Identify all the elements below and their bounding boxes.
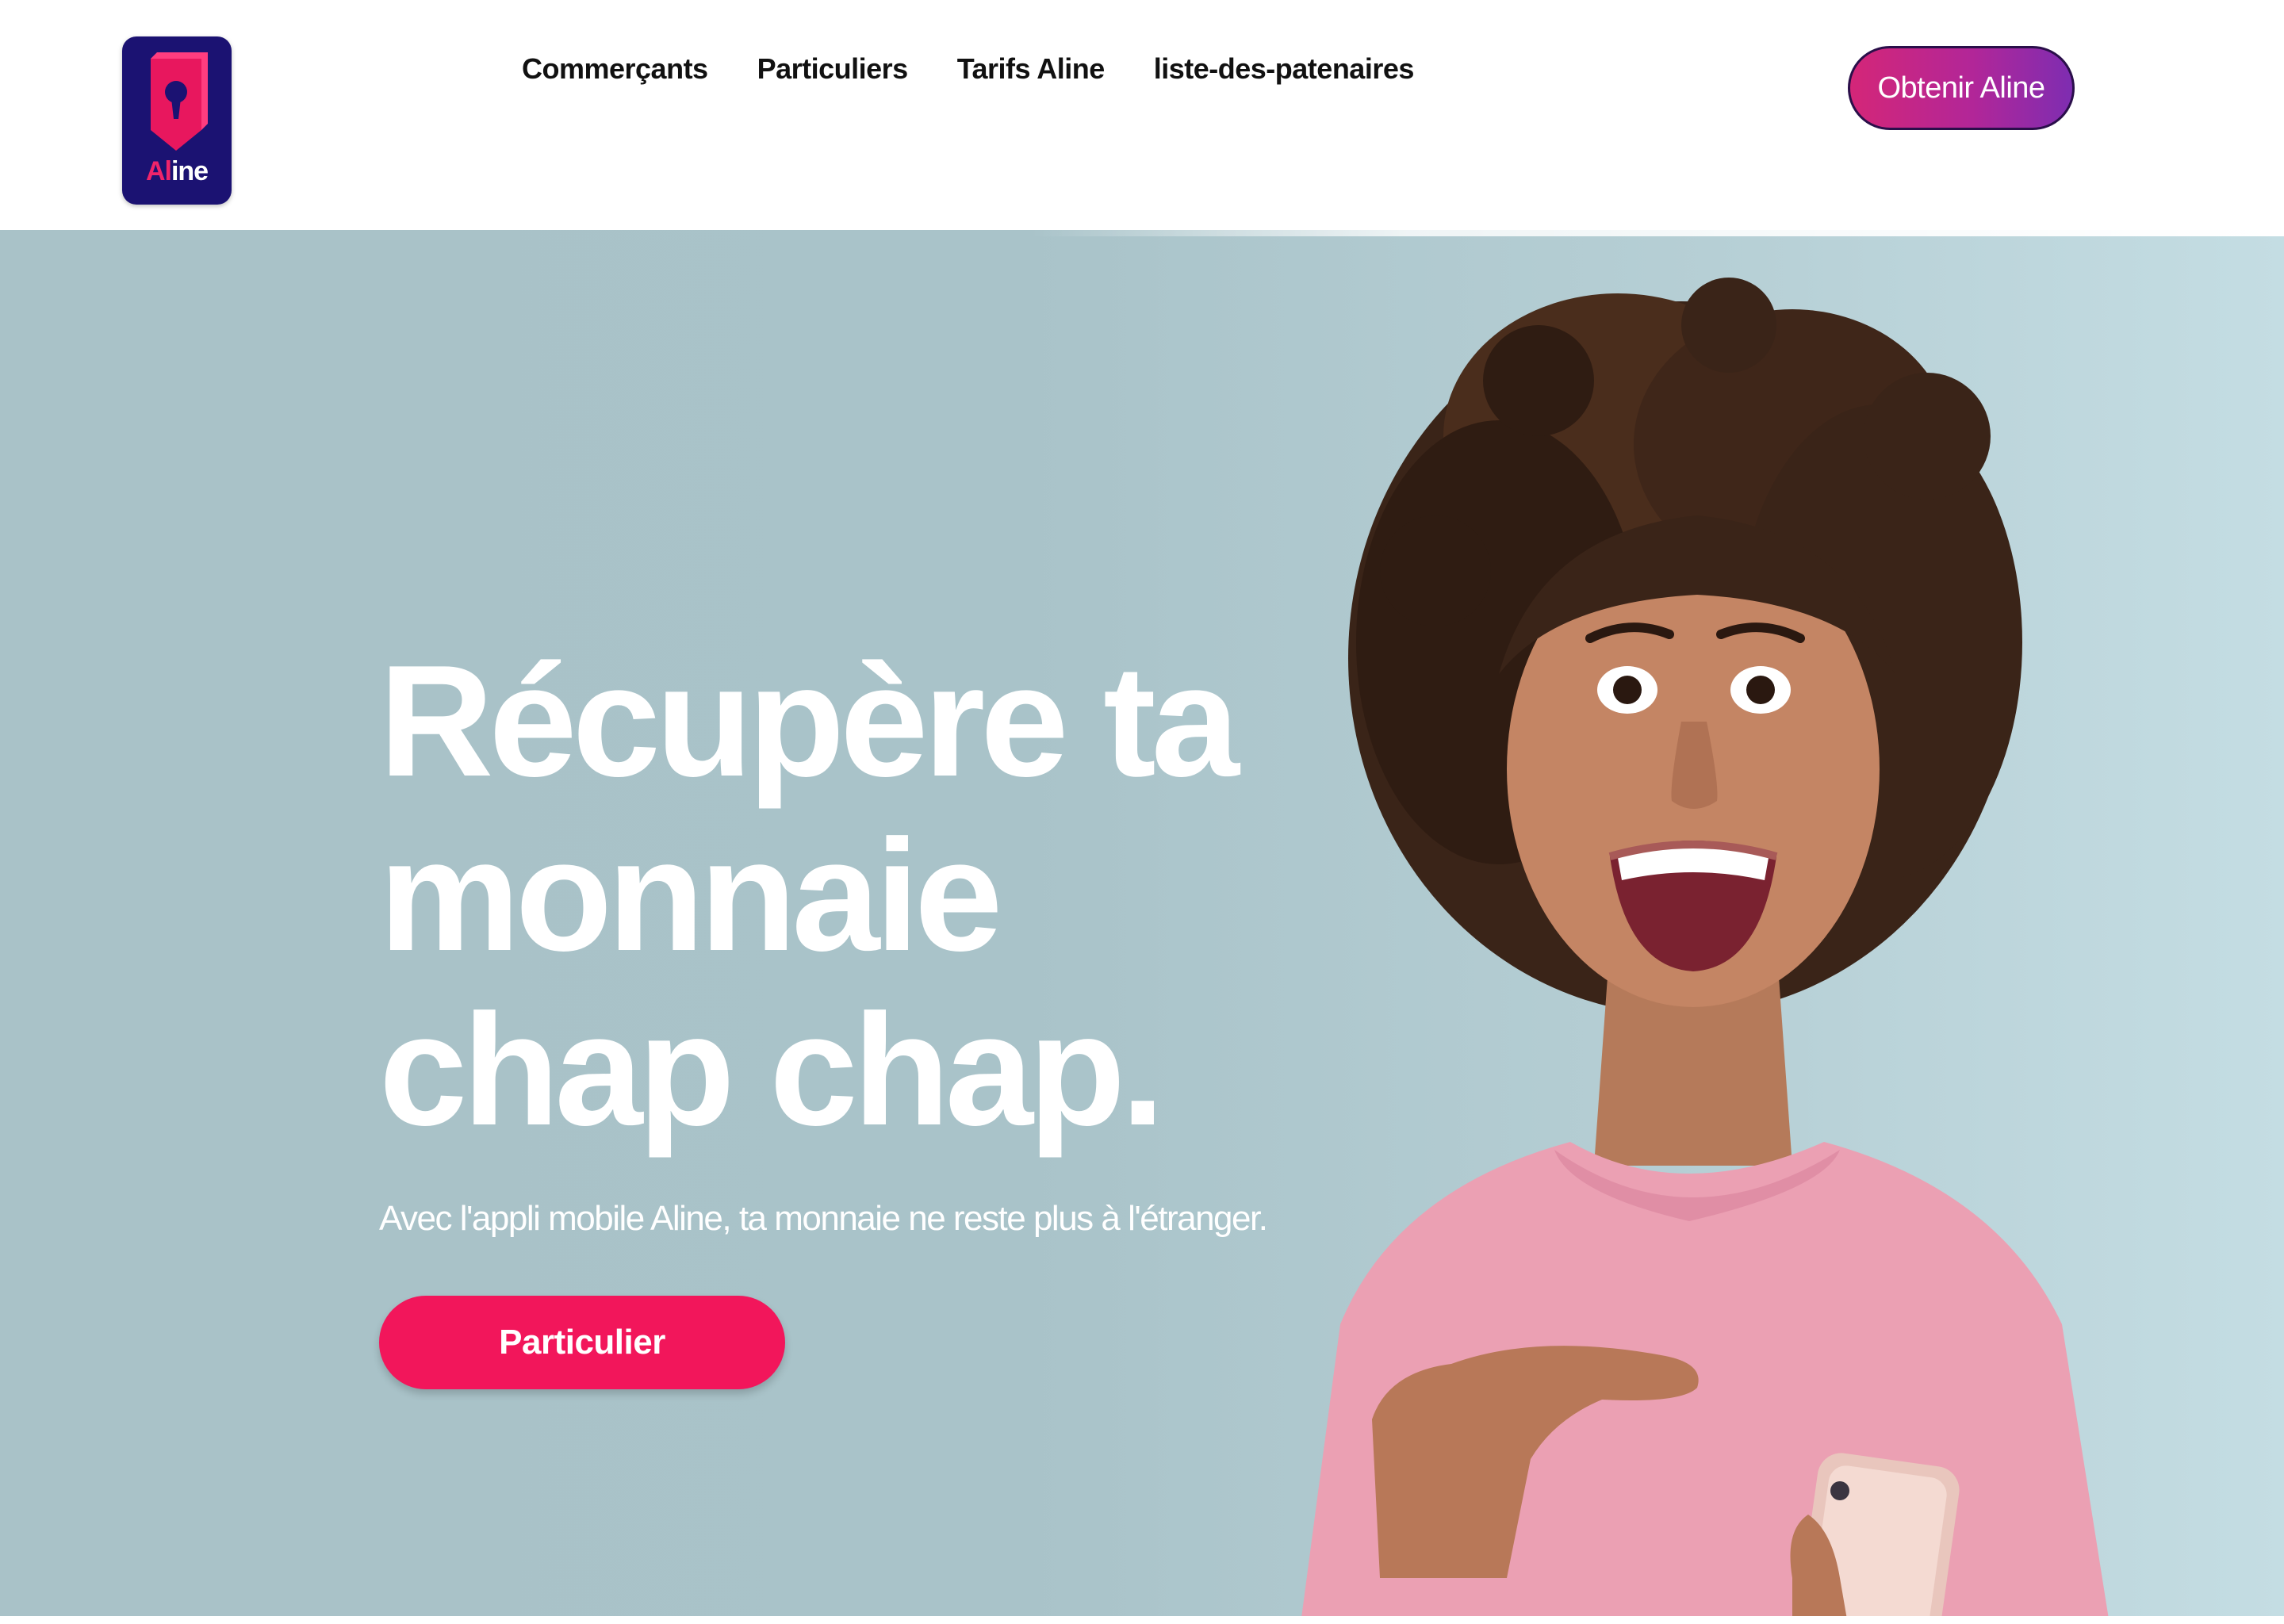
site-header: Aline Commerçants Particuliers Tarifs Al…	[0, 0, 2284, 230]
hero-headline-line: monnaie	[379, 807, 1002, 984]
hero-section: Récupère ta monnaie chap chap. Avec l'ap…	[0, 230, 2284, 1624]
hero-headline: Récupère ta monnaie chap chap.	[379, 633, 1240, 1159]
page: Aline Commerçants Particuliers Tarifs Al…	[0, 0, 2284, 1624]
nav-link-partenaires[interactable]: liste-des-patenaires	[1154, 52, 1415, 86]
nav-link-commercants[interactable]: Commerçants	[522, 52, 708, 86]
nav-link-particuliers[interactable]: Particuliers	[757, 52, 909, 86]
nav-link-tarifs[interactable]: Tarifs Aline	[957, 52, 1106, 86]
main-nav: Commerçants Particuliers Tarifs Aline li…	[522, 51, 1414, 87]
get-app-button[interactable]: Obtenir Aline	[1848, 46, 2075, 130]
hero-headline-line: Récupère ta	[379, 633, 1240, 810]
hero-photo	[1301, 278, 2110, 1624]
hero-bottom-edge	[0, 1616, 2284, 1624]
logo-wordmark-accent: Al	[145, 156, 172, 186]
hero-subtitle: Avec l'appli mobile Aline, ta monnaie ne…	[379, 1199, 1268, 1238]
hero-headline-line: chap chap.	[379, 982, 1165, 1159]
brand-logo[interactable]: Aline	[122, 36, 232, 205]
logo-wordmark-rest: ine	[171, 156, 209, 186]
logo-wordmark: Aline	[122, 156, 232, 187]
particulier-button[interactable]: Particulier	[379, 1296, 785, 1389]
